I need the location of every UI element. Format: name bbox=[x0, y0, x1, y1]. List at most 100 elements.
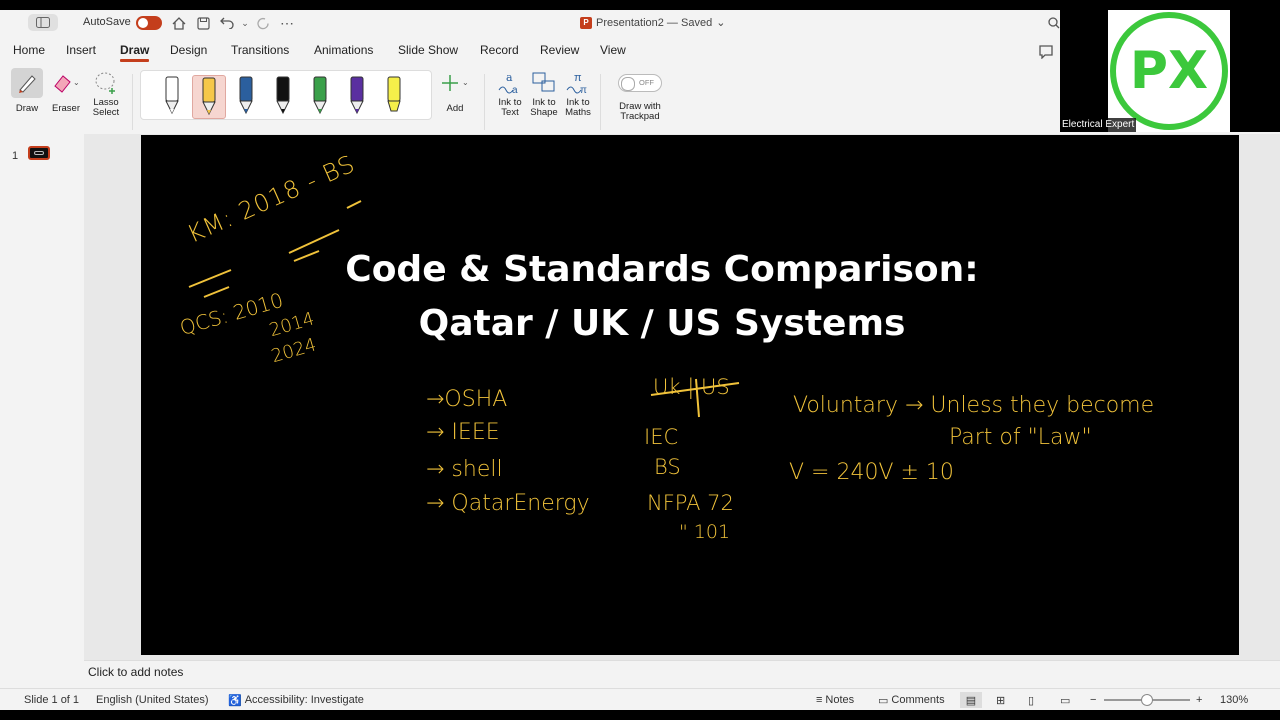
handwritten-voltage: V = 240V ± 10 bbox=[789, 460, 954, 485]
draw-tool-label: Draw bbox=[15, 103, 39, 114]
sidebar-toggle-button[interactable] bbox=[28, 14, 58, 31]
redo-icon[interactable] bbox=[254, 14, 272, 32]
slide-counter: Slide 1 of 1 bbox=[24, 694, 80, 706]
slide-sorter-button[interactable]: ⊞ bbox=[996, 692, 1005, 708]
status-bar: Slide 1 of 1 English (United States) ♿ A… bbox=[0, 688, 1280, 710]
slide-thumbnail-pane: 1 bbox=[0, 134, 84, 666]
tab-home[interactable]: Home bbox=[13, 43, 45, 57]
handwritten-part-of-law: Part of "Law" bbox=[949, 425, 1092, 450]
pen-swatch[interactable] bbox=[192, 75, 226, 119]
tab-insert[interactable]: Insert bbox=[66, 43, 96, 57]
handwritten-voluntary: Voluntary → Unless they become bbox=[793, 393, 1155, 418]
pen-swatch[interactable] bbox=[340, 75, 374, 119]
slideshow-icon: ▭ bbox=[1060, 694, 1071, 707]
ink-to-maths-icon: ππ bbox=[562, 68, 594, 98]
lasso-select-button[interactable]: Lasso Select bbox=[88, 68, 124, 118]
add-pen-label: Add bbox=[446, 103, 464, 114]
pen-icon bbox=[276, 76, 290, 115]
tab-record[interactable]: Record bbox=[480, 43, 519, 57]
notes-placeholder: Click to add notes bbox=[88, 665, 184, 679]
pen-icon bbox=[313, 76, 327, 115]
pen-swatch[interactable] bbox=[155, 75, 189, 119]
pen-swatch[interactable] bbox=[303, 75, 337, 119]
trackpad-toggle-state: OFF bbox=[639, 78, 654, 87]
normal-view-icon: ▤ bbox=[965, 694, 977, 707]
minus-icon: − bbox=[1090, 694, 1097, 706]
px-logo-icon: PX bbox=[1110, 12, 1228, 130]
pen-icon bbox=[387, 76, 401, 112]
slide-canvas[interactable]: Code & Standards Comparison: Qatar / UK … bbox=[141, 135, 1239, 655]
logo-text: PX bbox=[1130, 41, 1208, 101]
zoom-slider-handle[interactable] bbox=[1141, 694, 1153, 706]
handwritten-iec: IEC bbox=[644, 425, 679, 449]
undo-icon[interactable] bbox=[218, 14, 236, 32]
svg-text:a: a bbox=[506, 71, 513, 84]
save-icon[interactable] bbox=[194, 14, 212, 32]
zoom-level[interactable]: 130% bbox=[1220, 694, 1248, 706]
ink-to-text-icon: aa bbox=[494, 68, 526, 98]
tab-transitions[interactable]: Transitions bbox=[231, 43, 289, 57]
tab-review[interactable]: Review bbox=[540, 43, 579, 57]
trackpad-toggle[interactable]: OFF bbox=[618, 74, 662, 92]
pen-swatch[interactable] bbox=[266, 75, 300, 119]
ink-to-maths-label-2: Maths bbox=[565, 107, 591, 118]
ink-to-shape-button[interactable]: Ink to Shape bbox=[527, 68, 561, 118]
slideshow-button[interactable]: ▭ bbox=[1060, 692, 1070, 708]
comments-icon: ▭ bbox=[878, 694, 889, 707]
reading-view-button[interactable]: ▯ bbox=[1028, 692, 1034, 708]
comments-button[interactable]: ▭ Comments bbox=[878, 692, 945, 708]
tab-draw[interactable]: Draw bbox=[120, 43, 150, 62]
draw-tool-button[interactable]: Draw bbox=[10, 68, 44, 114]
tab-design[interactable]: Design bbox=[170, 43, 207, 57]
document-title[interactable]: P Presentation2 — Saved ⌄ bbox=[580, 16, 725, 29]
search-icon[interactable] bbox=[1048, 16, 1060, 34]
ink-to-text-button[interactable]: aa Ink to Text bbox=[493, 68, 527, 118]
ribbon-divider bbox=[600, 74, 601, 130]
undo-dropdown-icon[interactable]: ⌄ bbox=[236, 14, 254, 32]
tab-animations[interactable]: Animations bbox=[314, 43, 373, 57]
svg-text:π: π bbox=[580, 85, 587, 96]
handwritten-uk-us: Uk | US bbox=[653, 375, 730, 399]
svg-text:⌄: ⌄ bbox=[462, 78, 469, 87]
ribbon-divider bbox=[484, 74, 485, 130]
ink-to-text-label-2: Text bbox=[501, 107, 519, 118]
add-pen-button[interactable]: ⌄ Add bbox=[438, 68, 472, 114]
tab-slide-show[interactable]: Slide Show bbox=[398, 43, 458, 57]
pen-icon bbox=[11, 68, 43, 98]
accessibility-button[interactable]: ♿ Accessibility: Investigate bbox=[228, 692, 364, 708]
slide-number: 1 bbox=[12, 150, 19, 162]
autosave-label: AutoSave bbox=[83, 16, 131, 28]
more-icon[interactable]: ⋯ bbox=[278, 14, 296, 32]
draw-ribbon: Draw ⌄ Eraser Lasso Select ⌄ Add aa Ink … bbox=[0, 68, 1060, 138]
handwritten-ieee: → IEEE bbox=[426, 420, 500, 445]
normal-view-button[interactable]: ▤ bbox=[960, 692, 982, 708]
language-indicator[interactable]: English (United States) bbox=[96, 694, 209, 706]
reading-view-icon: ▯ bbox=[1028, 694, 1035, 707]
autosave-toggle[interactable] bbox=[136, 16, 162, 30]
tab-view[interactable]: View bbox=[600, 43, 626, 57]
notes-icon: ≡ bbox=[816, 694, 823, 706]
home-icon[interactable] bbox=[170, 14, 188, 32]
accessibility-icon: ♿ bbox=[228, 694, 242, 707]
zoom-out-button[interactable]: − bbox=[1090, 692, 1096, 708]
comments-label: Comments bbox=[891, 694, 945, 706]
ink-to-maths-button[interactable]: ππ Ink to Maths bbox=[561, 68, 595, 118]
comments-icon[interactable] bbox=[1038, 44, 1058, 62]
slide-thumbnail[interactable] bbox=[28, 146, 50, 160]
pen-icon bbox=[202, 77, 216, 116]
presenter-name: Electrical Expert bbox=[1060, 118, 1137, 132]
pen-icon bbox=[239, 76, 253, 115]
ink-to-shape-icon bbox=[528, 68, 560, 98]
draw-with-trackpad-control[interactable]: OFF Draw with Trackpad bbox=[612, 68, 668, 122]
pen-swatch[interactable] bbox=[229, 75, 263, 119]
zoom-in-button[interactable]: + bbox=[1196, 692, 1202, 708]
pen-swatch[interactable] bbox=[377, 75, 411, 119]
ink-to-shape-label-2: Shape bbox=[530, 107, 558, 118]
svg-text:a: a bbox=[512, 85, 518, 96]
notes-pane[interactable]: Click to add notes bbox=[84, 660, 1280, 686]
notes-button[interactable]: ≡ Notes bbox=[816, 692, 854, 708]
eraser-tool-button[interactable]: ⌄ Eraser bbox=[48, 68, 84, 114]
document-title-text: Presentation2 — Saved bbox=[596, 16, 713, 29]
handwritten-nfpa: NFPA 72 bbox=[647, 491, 734, 515]
ribbon-tabs: Home Insert Draw Design Transitions Anim… bbox=[0, 40, 1060, 62]
